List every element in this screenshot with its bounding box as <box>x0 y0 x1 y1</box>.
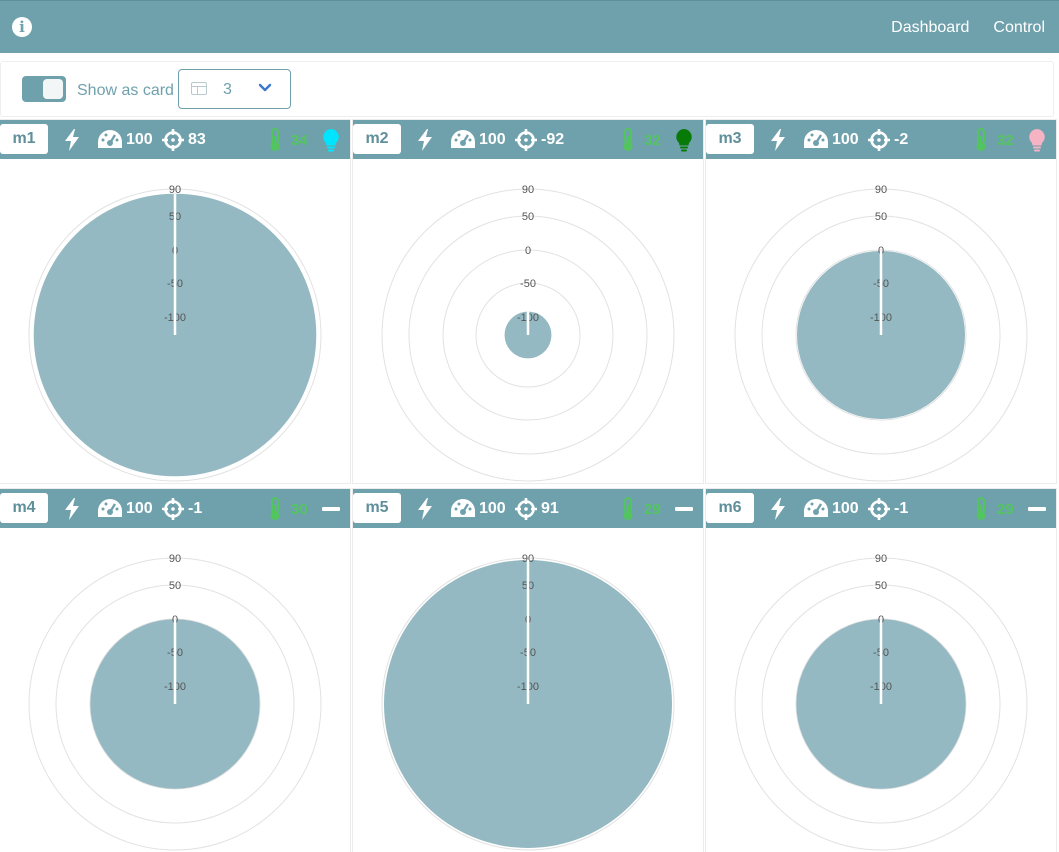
speed-value: 100 <box>126 131 153 148</box>
thermometer-icon <box>268 497 282 526</box>
crosshair-icon <box>515 498 537 525</box>
info-icon[interactable]: i <box>12 17 32 37</box>
speedometer-icon <box>803 129 829 154</box>
nav-links: Dashboard Control <box>891 19 1045 37</box>
motor-card-header: m2 100 -92 32 <box>353 120 703 159</box>
temperature-value: 32 <box>644 132 661 149</box>
polar-tick-label: 0 <box>525 245 531 257</box>
polar-tick-label: 90 <box>875 184 887 196</box>
motor-name-badge[interactable]: m4 <box>0 493 48 523</box>
columns-layout-icon <box>191 82 207 95</box>
minus-icon <box>1028 497 1046 526</box>
speed-value: 100 <box>479 131 506 148</box>
speedometer-icon <box>97 498 123 523</box>
lightbulb-icon <box>322 128 340 157</box>
motor-card-m4: m4100-13090500-50-100 <box>0 489 350 852</box>
temperature-value: 32 <box>997 132 1014 149</box>
minus-icon <box>675 497 693 526</box>
thermometer-icon <box>621 497 635 526</box>
angle-value: -1 <box>188 500 203 517</box>
polar-angle-chart: 90500-50-100 <box>381 553 675 851</box>
speedometer-icon <box>450 129 476 154</box>
show-as-card-toggle[interactable] <box>22 76 66 102</box>
motor-card-m3: m3100-23290500-50-100 <box>706 120 1056 483</box>
toggle-knob <box>43 79 63 99</box>
motor-name-badge[interactable]: m6 <box>706 493 754 523</box>
motor-card-m6: m6100-12990500-50-100 <box>706 489 1056 852</box>
motor-card-m5: m5 100 91 29 90500-50-100 <box>353 489 703 852</box>
crosshair-icon <box>515 129 537 156</box>
motor-card-header: m3 100 -2 32 <box>706 120 1056 159</box>
polar-angle-chart: 90500-50-100 <box>734 184 1028 482</box>
polar-tick-label: 50 <box>875 580 887 592</box>
temperature-value: 30 <box>291 501 308 518</box>
polar-angle-chart: 90500-50-100 <box>28 184 322 482</box>
motor-card-m2: m2100-923290500-50-100 <box>353 120 703 483</box>
nav-dashboard-link[interactable]: Dashboard <box>891 19 969 37</box>
motor-card-grid: m1100833490500-50-100m2100-923290500-50-… <box>0 120 1059 852</box>
minus-icon <box>322 497 340 526</box>
bolt-icon <box>64 129 80 156</box>
polar-angle-chart: 90500-50-100 <box>734 553 1028 851</box>
bolt-icon <box>417 129 433 156</box>
polar-angle-chart: 90500-50-100 <box>28 553 322 851</box>
polar-angle-chart: 90500-50-100 <box>381 184 675 482</box>
angle-value: 83 <box>188 131 206 148</box>
angle-value: -92 <box>541 131 565 148</box>
show-as-card-label: Show as card <box>77 82 174 99</box>
motor-name-badge[interactable]: m2 <box>353 124 401 154</box>
columns-select-value: 3 <box>223 81 232 98</box>
polar-tick-label: 50 <box>875 211 887 223</box>
speedometer-icon <box>450 498 476 523</box>
speedometer-icon <box>97 129 123 154</box>
crosshair-icon <box>162 129 184 156</box>
motor-name-badge[interactable]: m3 <box>706 124 754 154</box>
crosshair-icon <box>868 498 890 525</box>
polar-tick-label: 50 <box>169 580 181 592</box>
polar-tick-label: -50 <box>520 278 536 290</box>
motor-card-header: m4 100 -1 30 <box>0 489 350 528</box>
polar-tick-label: 90 <box>522 184 534 196</box>
motor-card-m1: m1 100 83 34 90500-50-100 <box>0 120 350 483</box>
motor-card-header: m1 100 83 34 <box>0 120 350 159</box>
speed-value: 100 <box>126 500 153 517</box>
view-toolbar: Show as card 3 <box>0 61 1054 117</box>
chevron-down-icon <box>258 83 272 92</box>
bolt-icon <box>417 498 433 525</box>
columns-select[interactable]: 3 <box>178 69 291 109</box>
temperature-value: 29 <box>997 501 1014 518</box>
polar-tick-label: 50 <box>522 211 534 223</box>
motor-card-header: m5 100 91 29 <box>353 489 703 528</box>
thermometer-icon <box>974 128 988 157</box>
angle-value: 91 <box>541 500 559 517</box>
polar-tick-label: 90 <box>875 553 887 565</box>
temperature-value: 29 <box>644 501 661 518</box>
temperature-value: 34 <box>291 132 308 149</box>
angle-value: -1 <box>894 500 909 517</box>
bolt-icon <box>770 129 786 156</box>
lightbulb-icon <box>1028 128 1046 157</box>
lightbulb-icon <box>675 128 693 157</box>
nav-control-link[interactable]: Control <box>993 19 1045 37</box>
speedometer-icon <box>803 498 829 523</box>
motor-name-badge[interactable]: m1 <box>0 124 48 154</box>
speed-value: 100 <box>832 131 859 148</box>
bolt-icon <box>770 498 786 525</box>
top-navbar: i Dashboard Control <box>0 0 1059 53</box>
crosshair-icon <box>868 129 890 156</box>
angle-value: -2 <box>894 131 909 148</box>
bolt-icon <box>64 498 80 525</box>
motor-name-badge[interactable]: m5 <box>353 493 401 523</box>
speed-value: 100 <box>832 500 859 517</box>
thermometer-icon <box>974 497 988 526</box>
thermometer-icon <box>268 128 282 157</box>
crosshair-icon <box>162 498 184 525</box>
speed-value: 100 <box>479 500 506 517</box>
thermometer-icon <box>621 128 635 157</box>
motor-card-header: m6 100 -1 29 <box>706 489 1056 528</box>
polar-tick-label: 90 <box>169 553 181 565</box>
